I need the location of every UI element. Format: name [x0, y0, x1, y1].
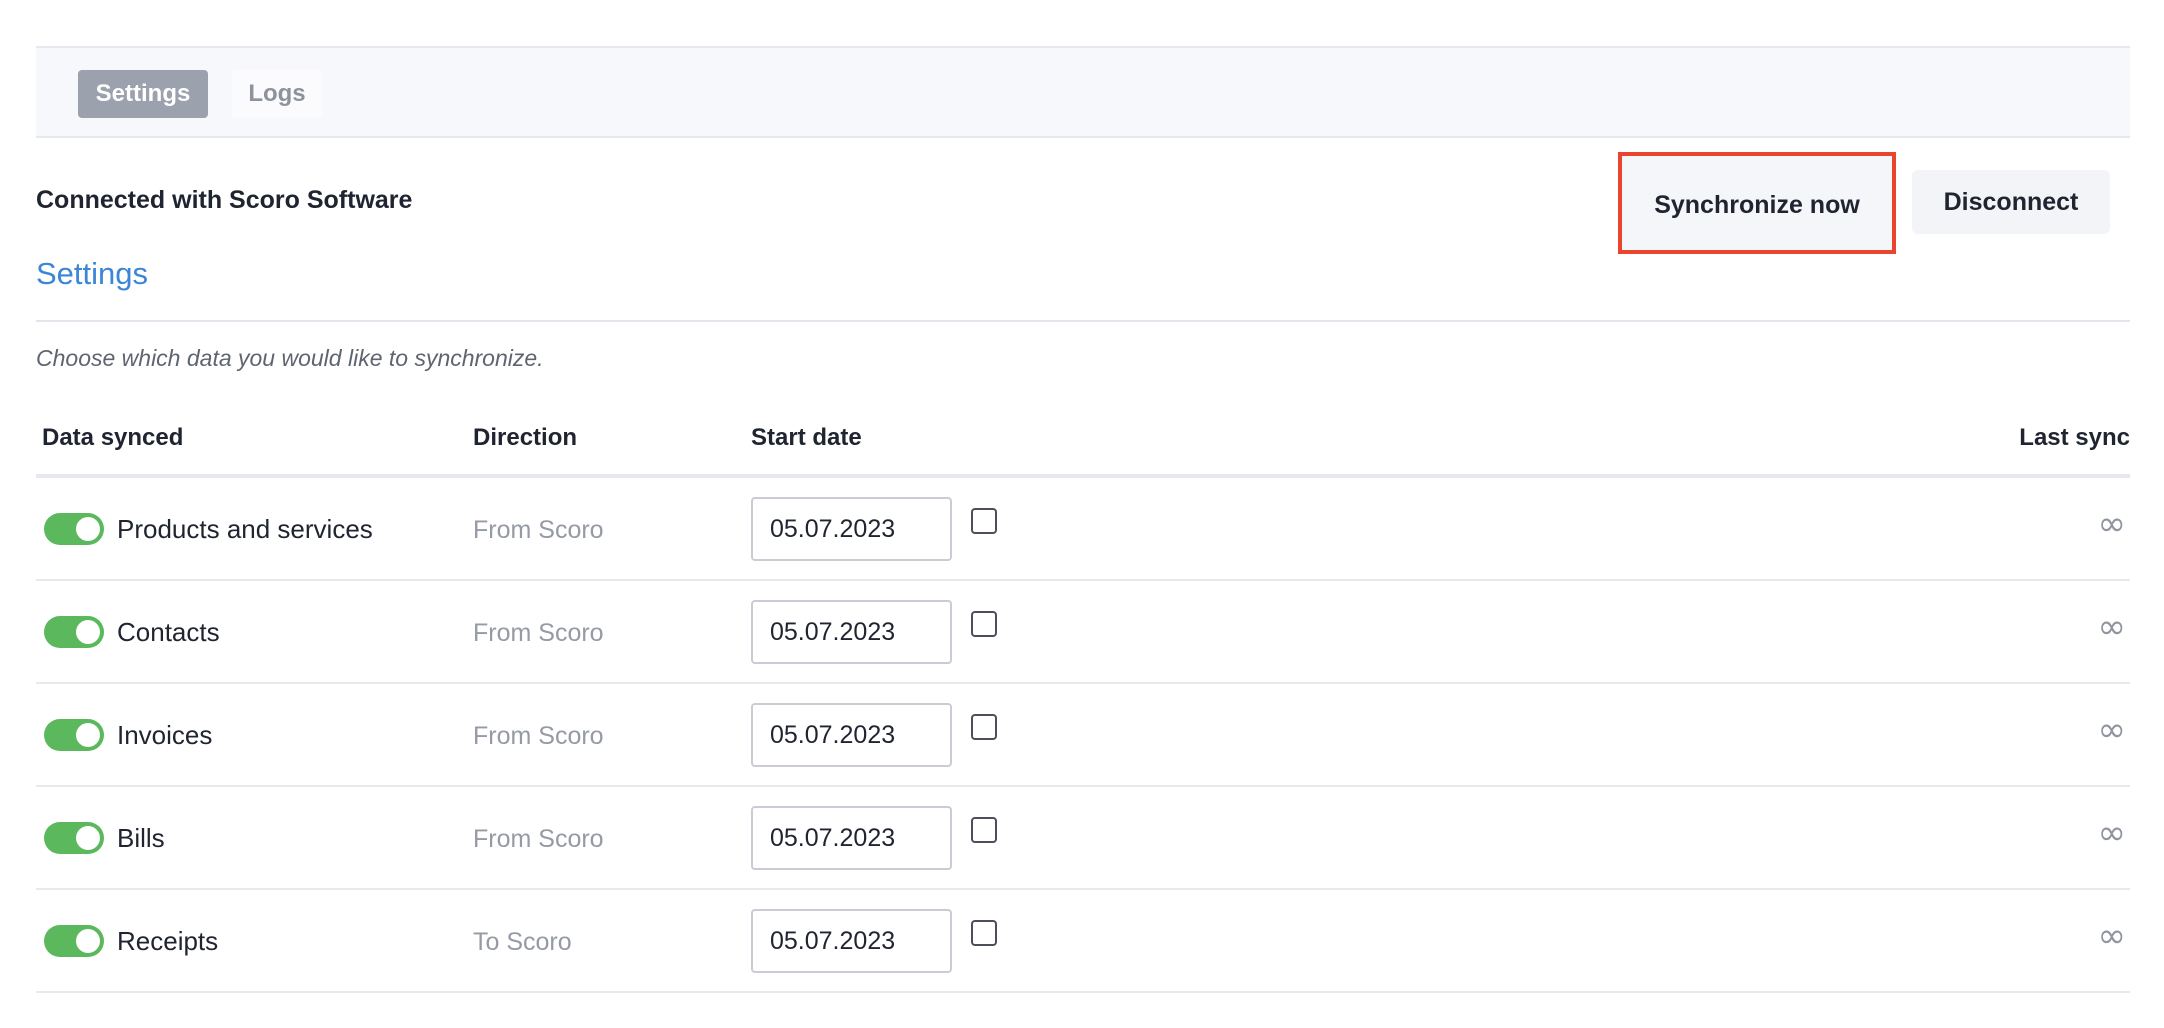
- start-date-input[interactable]: [751, 600, 952, 664]
- row-label: Contacts: [117, 617, 220, 647]
- toggle-knob: [76, 929, 100, 953]
- section-divider: [36, 320, 2130, 322]
- sync-toggle[interactable]: [44, 719, 104, 751]
- row-checkbox[interactable]: [971, 920, 997, 946]
- sync-toggle[interactable]: [44, 822, 104, 854]
- settings-hint: Choose which data you would like to sync…: [36, 345, 544, 371]
- infinity-icon: ∞: [2097, 710, 2126, 750]
- sync-toggle[interactable]: [44, 925, 104, 957]
- column-header-start-date: Start date: [751, 424, 862, 451]
- row-label: Receipts: [117, 926, 219, 956]
- start-date-input[interactable]: [751, 497, 952, 561]
- table-row: Receipts To Scoro ∞: [36, 890, 2130, 993]
- toggle-knob: [76, 620, 100, 644]
- row-direction: From Scoro: [473, 722, 604, 750]
- sync-toggle[interactable]: [44, 513, 104, 545]
- row-direction: From Scoro: [473, 516, 604, 544]
- tab-settings[interactable]: Settings: [78, 70, 208, 118]
- tab-bar: Settings Logs: [36, 46, 2130, 138]
- table-row: Bills From Scoro ∞: [36, 787, 2130, 890]
- infinity-icon: ∞: [2097, 813, 2126, 853]
- disconnect-button[interactable]: Disconnect: [1912, 170, 2110, 234]
- column-header-data-synced: Data synced: [42, 424, 184, 451]
- infinity-icon: ∞: [2097, 916, 2126, 956]
- row-label: Bills: [117, 823, 165, 853]
- table-row: Invoices From Scoro ∞: [36, 684, 2130, 787]
- row-direction: From Scoro: [473, 619, 604, 647]
- page: Settings Logs Connected with Scoro Softw…: [0, 0, 2164, 1028]
- start-date-input[interactable]: [751, 703, 952, 767]
- row-checkbox[interactable]: [971, 611, 997, 637]
- toggle-knob: [76, 517, 100, 541]
- tab-logs[interactable]: Logs: [232, 70, 322, 118]
- row-direction: From Scoro: [473, 825, 604, 853]
- synchronize-now-button[interactable]: Synchronize now: [1618, 152, 1896, 254]
- table-row: Contacts From Scoro ∞: [36, 581, 2130, 684]
- infinity-icon: ∞: [2097, 504, 2126, 544]
- row-direction: To Scoro: [473, 928, 572, 956]
- connection-status: Connected with Scoro Software: [36, 186, 413, 214]
- column-header-last-sync: Last sync: [2019, 424, 2130, 451]
- toggle-knob: [76, 826, 100, 850]
- table-row: Products and services From Scoro ∞: [36, 478, 2130, 581]
- row-checkbox[interactable]: [971, 714, 997, 740]
- section-title: Settings: [36, 256, 149, 291]
- start-date-input[interactable]: [751, 806, 952, 870]
- start-date-input[interactable]: [751, 909, 952, 973]
- toggle-knob: [76, 723, 100, 747]
- row-checkbox[interactable]: [971, 817, 997, 843]
- column-header-direction: Direction: [473, 424, 578, 451]
- row-label: Products and services: [117, 514, 373, 544]
- sync-toggle[interactable]: [44, 616, 104, 648]
- infinity-icon: ∞: [2097, 607, 2126, 647]
- row-label: Invoices: [117, 720, 213, 750]
- row-checkbox[interactable]: [971, 508, 997, 534]
